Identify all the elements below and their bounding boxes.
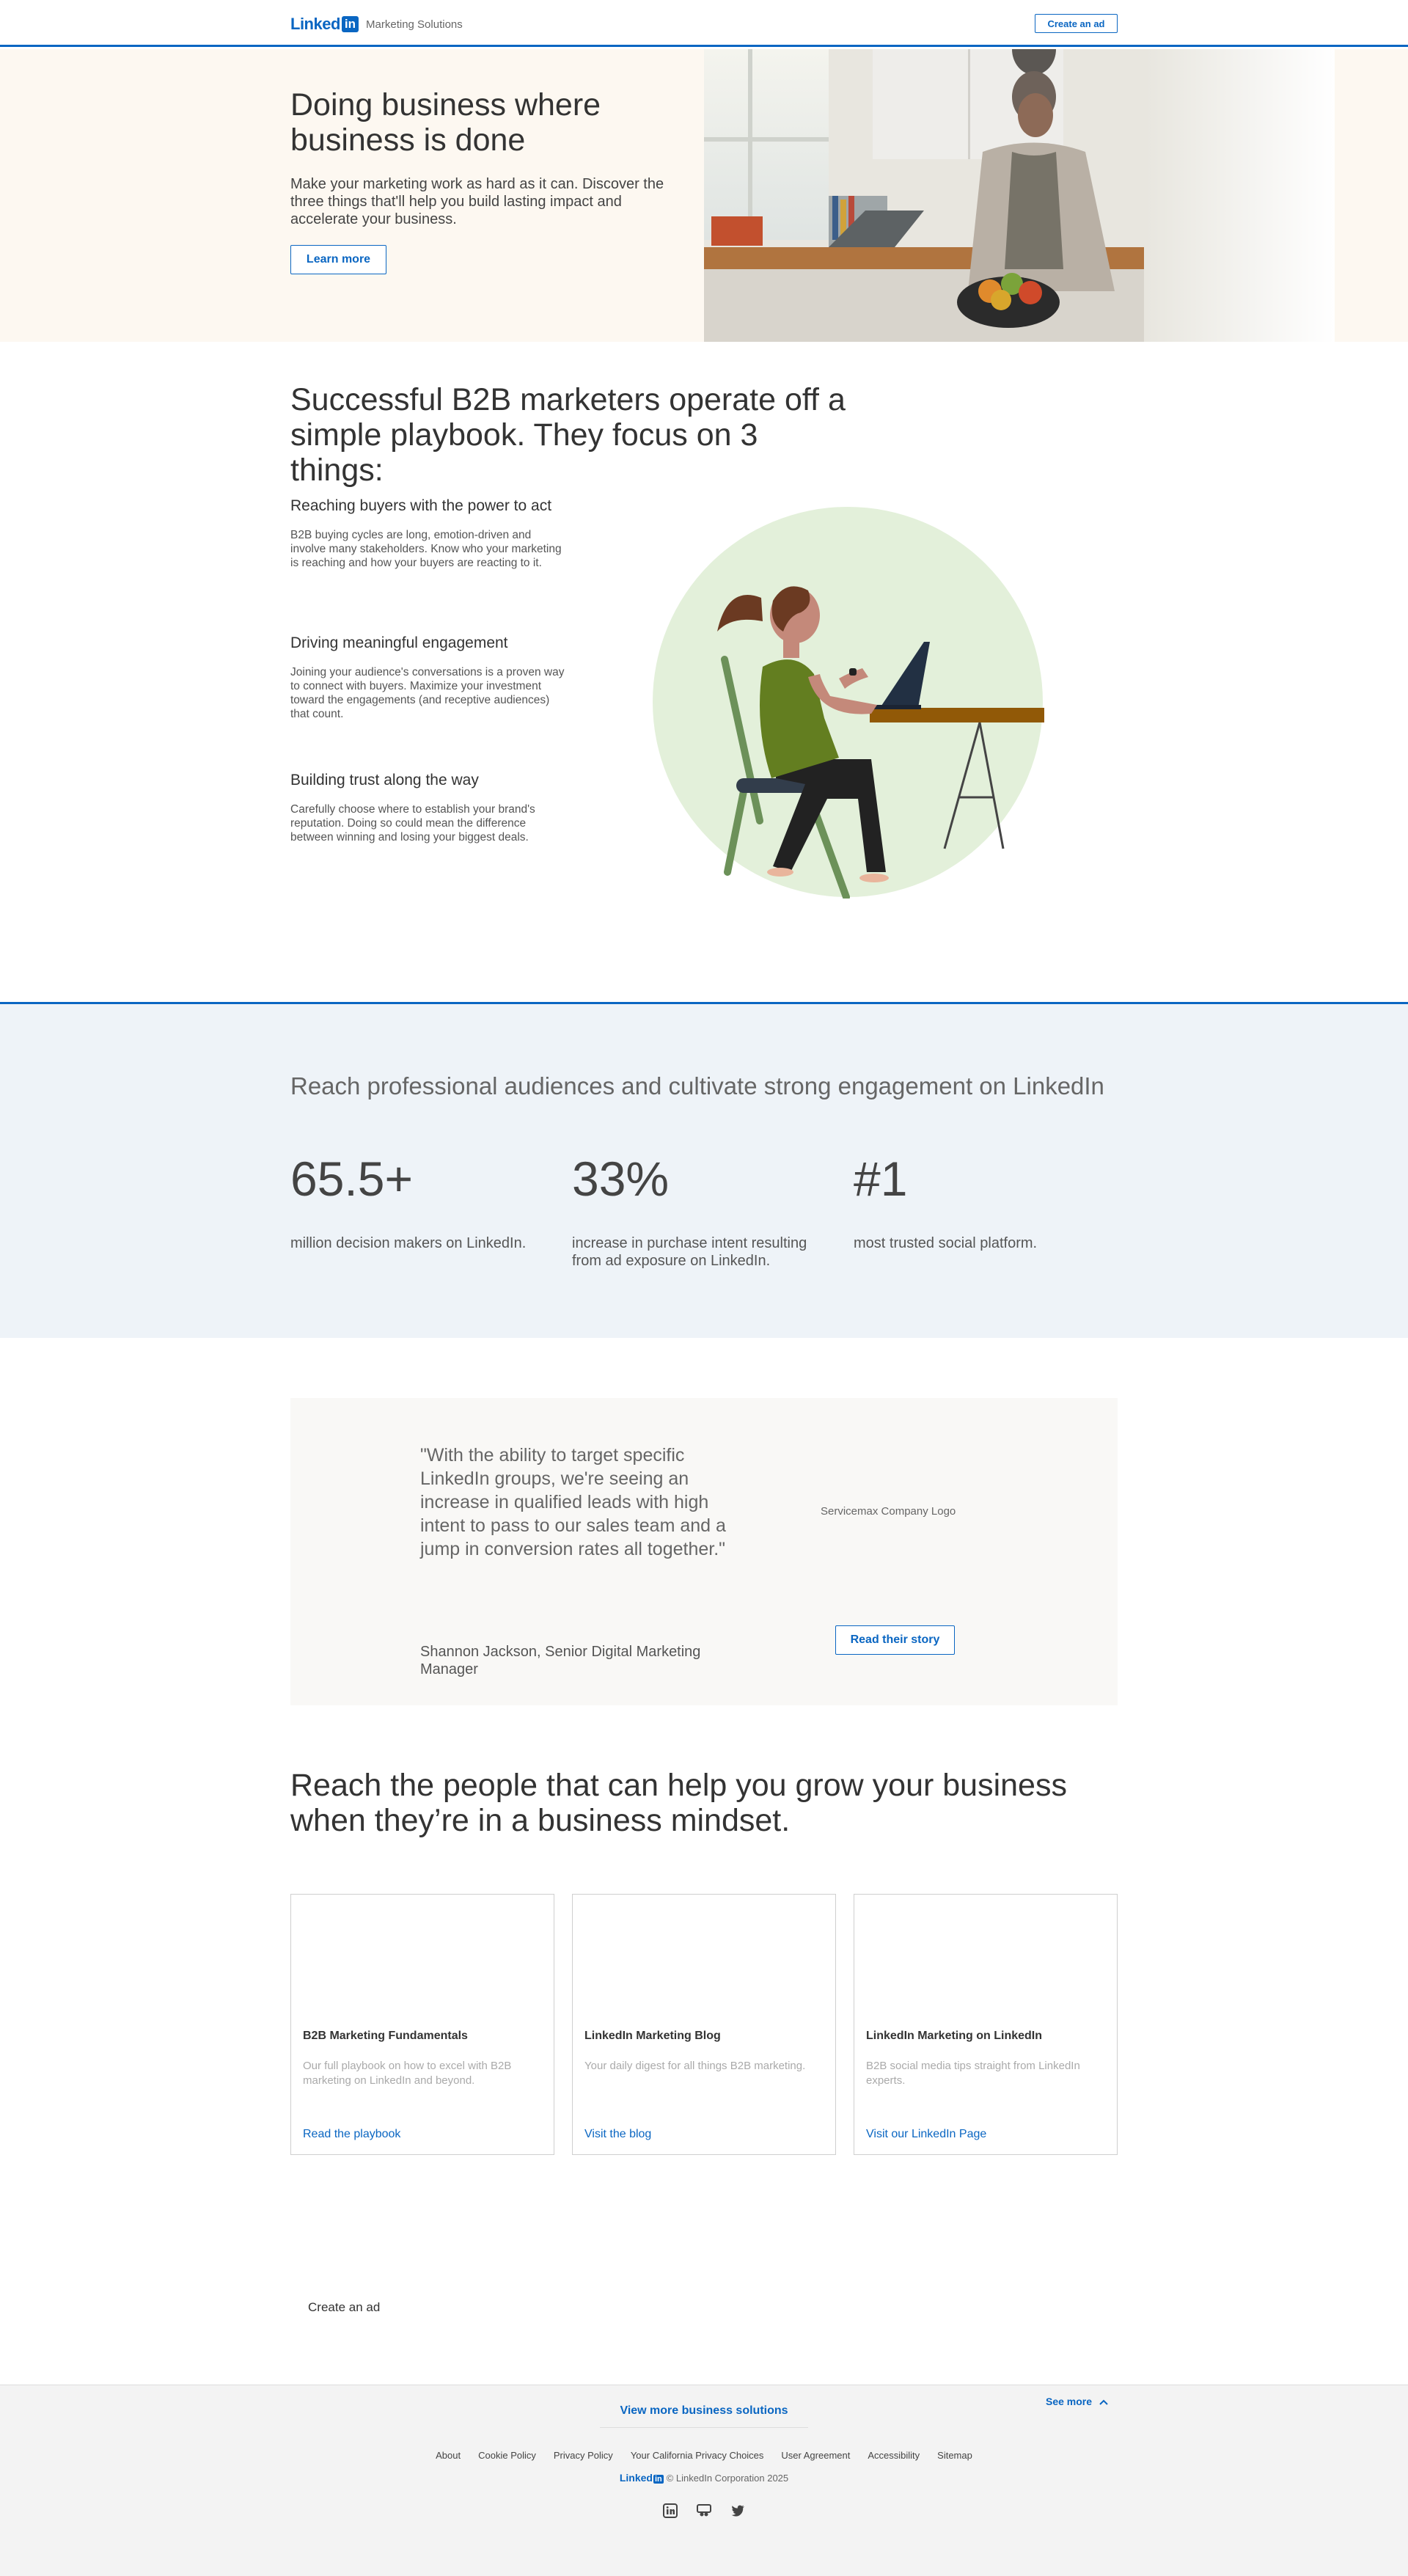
stat-number: #1 xyxy=(854,1152,908,1206)
chevron-up-icon xyxy=(1099,2396,1108,2407)
playbook-item-title: Driving meaningful engagement xyxy=(290,634,508,651)
learn-more-button[interactable]: Learn more xyxy=(290,245,386,274)
reach-title: Reach the people that can help you grow … xyxy=(290,1768,1067,1838)
stat-label: million decision makers on LinkedIn. xyxy=(290,1235,527,1251)
card-body: B2B social media tips straight from Link… xyxy=(866,2060,1080,2087)
social-links xyxy=(0,2503,1408,2519)
company-logo-alt-text: Servicemax Company Logo xyxy=(821,1505,956,1518)
playbook-title: Successful B2B marketers operate off a s… xyxy=(290,382,846,488)
footer-link-about[interactable]: About xyxy=(436,2450,461,2461)
see-more-label: See more xyxy=(1046,2396,1093,2407)
card-title: LinkedIn Marketing Blog xyxy=(584,2030,721,2042)
card-title: B2B Marketing Fundamentals xyxy=(303,2030,468,2042)
stats-section: Reach professional audiences and cultiva… xyxy=(0,1002,1408,1338)
stat-item: #1 most trusted social platform. xyxy=(854,1149,1096,1252)
slideshare-icon[interactable] xyxy=(696,2503,712,2519)
card-title: LinkedIn Marketing on LinkedIn xyxy=(866,2030,1043,2042)
logo-wordmark: Linked xyxy=(290,15,340,33)
footer-link-accessibility[interactable]: Accessibility xyxy=(868,2450,920,2461)
linkedin-logo[interactable]: Linked in Marketing Solutions xyxy=(290,15,463,34)
read-playbook-link[interactable]: Read the playbook xyxy=(303,2128,400,2141)
linkedin-icon[interactable] xyxy=(662,2503,678,2519)
stat-number: 65.5+ xyxy=(290,1152,413,1206)
footer-linkedin-logo: Linked in xyxy=(619,2472,664,2484)
view-more-solutions-link[interactable]: View more business solutions xyxy=(0,2404,1408,2418)
create-ad-button[interactable]: Create an ad xyxy=(1035,14,1118,33)
visit-blog-link[interactable]: Visit the blog xyxy=(584,2128,651,2141)
copyright-text: © LinkedIn Corporation 2025 xyxy=(666,2472,789,2484)
footer-link-california-privacy[interactable]: Your California Privacy Choices xyxy=(631,2450,764,2461)
footer-link-sitemap[interactable]: Sitemap xyxy=(937,2450,972,2461)
twitter-icon[interactable] xyxy=(730,2503,746,2519)
playbook-item-body: B2B buying cycles are long, emotion-driv… xyxy=(290,529,562,569)
logo-in-badge: in xyxy=(341,16,359,32)
card-body: Our full playbook on how to excel with B… xyxy=(303,2060,512,2087)
playbook-item-body: Joining your audience's conversations is… xyxy=(290,666,565,720)
site-footer: View more business solutions See more Ab… xyxy=(0,2385,1408,2576)
create-ad-link[interactable]: Create an ad xyxy=(308,2300,380,2315)
footer-link-privacy-policy[interactable]: Privacy Policy xyxy=(554,2450,613,2461)
footer-link-user-agreement[interactable]: User Agreement xyxy=(781,2450,850,2461)
stat-item: 33% increase in purchase intent resultin… xyxy=(572,1149,814,1270)
playbook-item: Driving meaningful engagement Joining yo… xyxy=(290,634,569,721)
playbook-item-body: Carefully choose where to establish your… xyxy=(290,803,535,844)
stats-title: Reach professional audiences and cultiva… xyxy=(290,1072,1104,1099)
card-body: Your daily digest for all things B2B mar… xyxy=(584,2060,806,2072)
resource-card: LinkedIn Marketing Blog Your daily diges… xyxy=(572,1894,836,2155)
read-their-story-button[interactable]: Read their story xyxy=(835,1625,955,1655)
hero-section: Doing business where business is done Ma… xyxy=(0,49,1408,342)
copyright: Linked in © LinkedIn Corporation 2025 xyxy=(0,2472,1408,2484)
testimonial-author: Shannon Jackson, Senior Digital Marketin… xyxy=(420,1644,701,1677)
playbook-item: Reaching buyers with the power to act B2… xyxy=(290,497,569,570)
stat-item: 65.5+ million decision makers on LinkedI… xyxy=(290,1149,532,1252)
testimonial-card: "With the ability to target specific Lin… xyxy=(290,1398,1118,1705)
site-header: Linked in Marketing Solutions Create an … xyxy=(0,0,1408,47)
hero-photo xyxy=(704,49,1335,342)
playbook-item-title: Reaching buyers with the power to act xyxy=(290,497,552,514)
footer-links: About Cookie Policy Privacy Policy Your … xyxy=(0,2450,1408,2461)
visit-linkedin-page-link[interactable]: Visit our LinkedIn Page xyxy=(866,2128,986,2141)
see-more-toggle[interactable]: See more xyxy=(1046,2396,1108,2407)
stat-label: most trusted social platform. xyxy=(854,1235,1038,1251)
hero-description: Make your marketing work as hard as it c… xyxy=(290,176,664,227)
testimonial-quote: "With the ability to target specific Lin… xyxy=(420,1445,726,1559)
footer-link-cookie-policy[interactable]: Cookie Policy xyxy=(478,2450,536,2461)
resource-card: LinkedIn Marketing on LinkedIn B2B socia… xyxy=(854,1894,1118,2155)
logo-subtitle: Marketing Solutions xyxy=(366,18,463,31)
hero-title: Doing business where business is done xyxy=(290,87,601,158)
playbook-item: Building trust along the way Carefully c… xyxy=(290,772,569,844)
playbook-item-title: Building trust along the way xyxy=(290,772,479,788)
woman-at-laptop-illustration xyxy=(651,505,1044,901)
resource-card: B2B Marketing Fundamentals Our full play… xyxy=(290,1894,554,2155)
footer-divider xyxy=(600,2427,808,2428)
stat-label: increase in purchase intent resulting fr… xyxy=(572,1235,807,1269)
stat-number: 33% xyxy=(572,1152,670,1206)
